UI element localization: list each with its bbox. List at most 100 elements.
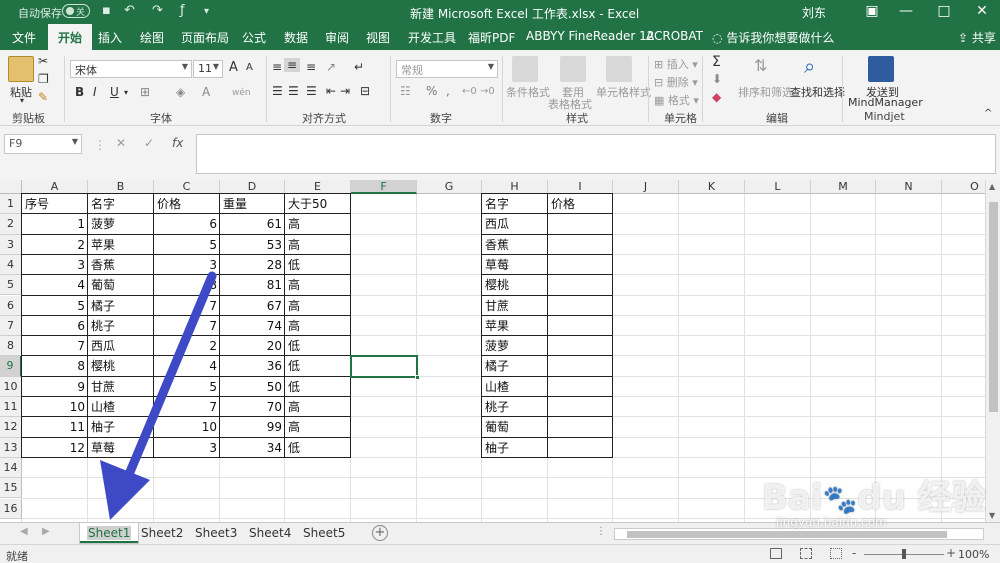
grow-font-button[interactable]: A bbox=[229, 60, 238, 75]
paste-icon[interactable] bbox=[8, 56, 34, 82]
table2-name-cell[interactable]: 香蕉 bbox=[482, 235, 548, 255]
table1-cell[interactable]: 4 bbox=[22, 275, 88, 295]
more-icon[interactable]: ⋮ bbox=[94, 138, 106, 152]
table2-name-cell[interactable]: 甘蔗 bbox=[482, 296, 548, 316]
table2-name-cell[interactable]: 樱桃 bbox=[482, 275, 548, 295]
table1-cell[interactable]: 61 bbox=[220, 214, 285, 234]
table1-cell[interactable]: 5 bbox=[154, 377, 220, 397]
column-header-d[interactable]: D bbox=[220, 180, 285, 194]
italic-button[interactable]: I bbox=[93, 85, 97, 99]
table1-cell[interactable]: 11 bbox=[22, 417, 88, 437]
format-as-table-icon[interactable] bbox=[560, 56, 586, 82]
table1-cell[interactable]: 低 bbox=[285, 255, 351, 275]
redo-icon[interactable]: ↷ bbox=[152, 3, 163, 18]
column-header-l[interactable]: L bbox=[745, 180, 811, 194]
table1-cell[interactable]: 5 bbox=[22, 296, 88, 316]
row-header-12[interactable]: 12 bbox=[0, 417, 22, 438]
comma-button[interactable]: , bbox=[446, 84, 450, 98]
close-button[interactable]: ✕ bbox=[972, 3, 992, 19]
table1-cell[interactable]: 10 bbox=[154, 417, 220, 437]
table1-cell[interactable]: 36 bbox=[220, 356, 285, 376]
select-all-corner[interactable] bbox=[0, 180, 22, 194]
collapse-ribbon-icon[interactable]: ^ bbox=[984, 108, 992, 119]
merge-center-icon[interactable]: ⊟ bbox=[360, 84, 370, 98]
copy-icon[interactable]: ❐ bbox=[38, 72, 49, 86]
fill-handle[interactable] bbox=[415, 374, 420, 380]
row-header-2[interactable]: 2 bbox=[0, 214, 22, 235]
tab-draw[interactable]: 绘图 bbox=[140, 29, 164, 46]
align-right-icon[interactable]: ☰ bbox=[306, 84, 317, 98]
column-header-c[interactable]: C bbox=[154, 180, 220, 194]
row-header-5[interactable]: 5 bbox=[0, 275, 22, 296]
sheet-prev-icon[interactable]: ◀ bbox=[20, 526, 28, 537]
row-header-3[interactable]: 3 bbox=[0, 234, 22, 255]
wrap-text-icon[interactable]: ↵ bbox=[354, 60, 364, 74]
table1-cell[interactable]: 高 bbox=[285, 275, 351, 295]
table1-cell[interactable]: 低 bbox=[285, 356, 351, 376]
column-header-f[interactable]: F bbox=[351, 180, 417, 194]
indent-increase-icon[interactable]: ⇥ bbox=[340, 84, 350, 98]
table1-cell[interactable]: 6 bbox=[22, 316, 88, 336]
table1-cell[interactable]: 柚子 bbox=[88, 417, 154, 437]
table1-header-cell[interactable]: 价格 bbox=[154, 194, 220, 214]
table1-cell[interactable]: 2 bbox=[154, 336, 220, 356]
table1-cell[interactable]: 74 bbox=[220, 316, 285, 336]
row-header-6[interactable]: 6 bbox=[0, 295, 22, 316]
vertical-scrollbar[interactable]: ▲ ▼ bbox=[985, 180, 1000, 522]
normal-view-icon[interactable] bbox=[770, 548, 782, 559]
sort-filter-icon[interactable]: ⇅ bbox=[754, 56, 767, 75]
insert-cells-button[interactable]: ⊞ 插入 ▾ bbox=[654, 56, 698, 72]
table1-cell[interactable]: 高 bbox=[285, 397, 351, 417]
find-select-icon[interactable]: ⌕ bbox=[804, 54, 815, 78]
column-header-a[interactable]: A bbox=[22, 180, 88, 194]
row-header-15[interactable]: 15 bbox=[0, 478, 22, 499]
horizontal-scroll-thumb[interactable] bbox=[627, 531, 947, 538]
tab-home[interactable]: 开始 bbox=[48, 24, 93, 50]
table1-cell[interactable]: 山楂 bbox=[88, 397, 154, 417]
table1-cell[interactable]: 低 bbox=[285, 438, 351, 458]
bold-button[interactable]: B bbox=[75, 85, 84, 99]
fill-color-icon[interactable]: ◈ bbox=[176, 85, 185, 99]
table1-cell[interactable]: 99 bbox=[220, 417, 285, 437]
column-header-k[interactable]: K bbox=[679, 180, 745, 194]
align-left-icon[interactable]: ☰ bbox=[272, 84, 283, 98]
table1-header-cell[interactable]: 序号 bbox=[22, 194, 88, 214]
table1-cell[interactable]: 20 bbox=[220, 336, 285, 356]
formula-input[interactable] bbox=[196, 134, 996, 174]
align-bottom-icon[interactable]: ≡ bbox=[306, 60, 316, 74]
tab-foxit-pdf[interactable]: 福昕PDF bbox=[468, 29, 515, 46]
tell-me-search[interactable]: ◌ 告诉我你想要做什么 bbox=[712, 29, 834, 46]
table2-name-cell[interactable]: 山楂 bbox=[482, 377, 548, 397]
tab-acrobat[interactable]: ACROBAT bbox=[646, 29, 703, 43]
formula-icon[interactable]: ƒ bbox=[180, 3, 185, 18]
table1-cell[interactable]: 西瓜 bbox=[88, 336, 154, 356]
table1-cell[interactable]: 甘蔗 bbox=[88, 377, 154, 397]
sheet-tab-1[interactable]: Sheet1 bbox=[80, 523, 139, 543]
autosum-button[interactable]: Σ bbox=[712, 54, 721, 70]
table1-header-cell[interactable]: 重量 bbox=[220, 194, 285, 214]
table1-cell[interactable]: 菠萝 bbox=[88, 214, 154, 234]
fill-icon[interactable]: ⬇ bbox=[712, 72, 722, 86]
conditional-formatting-icon[interactable] bbox=[512, 56, 538, 82]
table2-name-cell[interactable]: 橘子 bbox=[482, 356, 548, 376]
table1-cell[interactable]: 高 bbox=[285, 214, 351, 234]
tab-page-layout[interactable]: 页面布局 bbox=[181, 29, 229, 46]
table1-cell[interactable]: 6 bbox=[154, 214, 220, 234]
table1-cell[interactable]: 低 bbox=[285, 336, 351, 356]
table1-cell[interactable]: 10 bbox=[22, 397, 88, 417]
table1-cell[interactable]: 低 bbox=[285, 377, 351, 397]
zoom-in-button[interactable]: + bbox=[946, 546, 956, 560]
font-color-icon[interactable]: A bbox=[202, 85, 210, 99]
table2-name-cell[interactable]: 桃子 bbox=[482, 397, 548, 417]
page-layout-view-icon[interactable] bbox=[800, 548, 812, 559]
align-center-icon[interactable]: ☰ bbox=[288, 84, 299, 98]
autosave-toggle[interactable]: 关 bbox=[62, 4, 90, 18]
customize-qat-icon[interactable]: ▾ bbox=[204, 6, 209, 17]
table2-name-cell[interactable]: 西瓜 bbox=[482, 214, 548, 234]
tab-data[interactable]: 数据 bbox=[284, 29, 308, 46]
conditional-formatting-label[interactable]: 条件格式 bbox=[506, 84, 550, 100]
add-sheet-button[interactable]: + bbox=[372, 525, 388, 541]
zoom-slider-knob[interactable] bbox=[902, 549, 906, 559]
save-icon[interactable]: ▪ bbox=[102, 3, 111, 18]
align-middle-icon[interactable]: ≡ bbox=[284, 58, 301, 72]
